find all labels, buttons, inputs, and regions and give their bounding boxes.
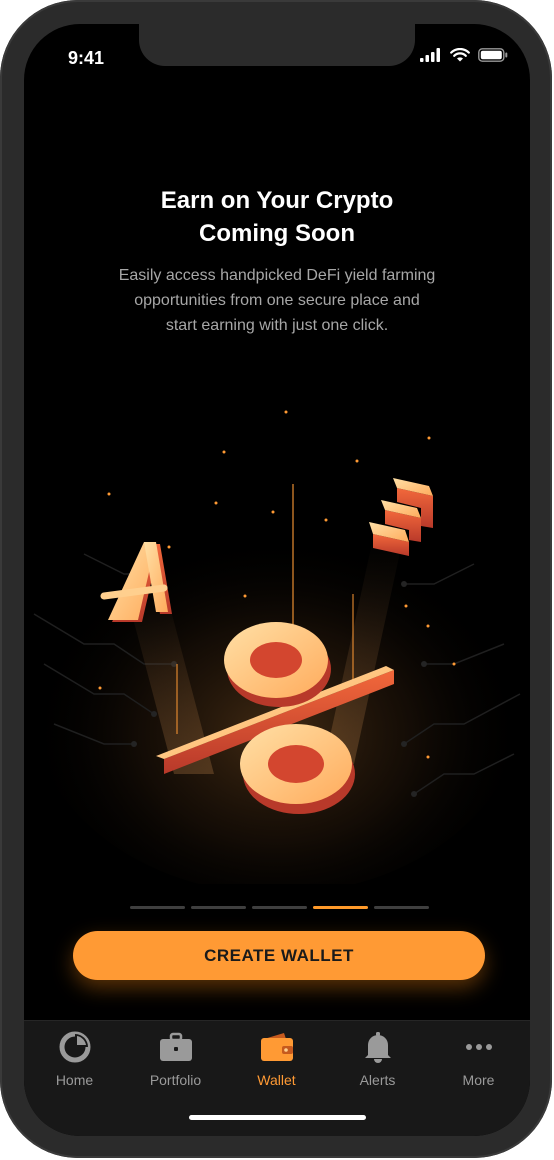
wifi-icon bbox=[450, 48, 470, 62]
tab-more-label: More bbox=[462, 1072, 495, 1088]
tab-more[interactable]: More bbox=[428, 1031, 529, 1088]
pager-dot[interactable] bbox=[130, 906, 185, 909]
hero-title-line-1: Earn on Your Crypto bbox=[160, 187, 394, 214]
wallet-icon bbox=[260, 1033, 293, 1061]
hero-description-line-3: start earning with just one click. bbox=[165, 317, 389, 334]
pager-dot[interactable] bbox=[252, 906, 307, 909]
pager-dot[interactable] bbox=[191, 906, 246, 909]
tab-wallet-label: Wallet bbox=[257, 1072, 296, 1088]
tab-portfolio-label: Portfolio bbox=[149, 1072, 202, 1088]
hero-title: Earn on Your Crypto Coming Soon bbox=[24, 184, 530, 250]
phone-frame: 9:41 Earn on Your Crypto Coming Soon Eas… bbox=[0, 0, 552, 1158]
briefcase-icon bbox=[159, 1032, 192, 1061]
tab-portfolio[interactable]: Portfolio bbox=[125, 1031, 226, 1088]
hero-description-line-2: opportunities from one secure place and bbox=[134, 292, 420, 309]
home-indicator[interactable] bbox=[189, 1115, 366, 1120]
tab-home-label: Home bbox=[55, 1072, 94, 1088]
notch bbox=[139, 24, 415, 66]
onboarding-pager bbox=[130, 906, 429, 909]
tab-alerts[interactable]: Alerts bbox=[327, 1031, 428, 1088]
create-wallet-button[interactable]: CREATE WALLET bbox=[73, 931, 485, 980]
hero-description: Easily access handpicked DeFi yield farm… bbox=[78, 263, 476, 338]
pager-dot-active[interactable] bbox=[313, 906, 368, 909]
hero-title-line-2: Coming Soon bbox=[199, 220, 355, 247]
pager-dot[interactable] bbox=[374, 906, 429, 909]
yield-farming-illustration bbox=[27, 410, 527, 884]
cellular-signal-icon bbox=[420, 48, 440, 62]
screen: 9:41 Earn on Your Crypto Coming Soon Eas… bbox=[24, 24, 530, 1136]
status-icons bbox=[420, 48, 508, 62]
pie-chart-icon bbox=[59, 1031, 90, 1063]
tab-wallet[interactable]: Wallet bbox=[226, 1031, 327, 1088]
tab-alerts-label: Alerts bbox=[359, 1072, 396, 1088]
bell-icon bbox=[364, 1032, 391, 1063]
status-time: 9:41 bbox=[68, 48, 105, 68]
battery-icon bbox=[478, 48, 508, 62]
hero-description-line-1: Easily access handpicked DeFi yield farm… bbox=[118, 267, 436, 284]
more-dots-icon bbox=[465, 1044, 492, 1050]
tab-home[interactable]: Home bbox=[24, 1031, 125, 1088]
